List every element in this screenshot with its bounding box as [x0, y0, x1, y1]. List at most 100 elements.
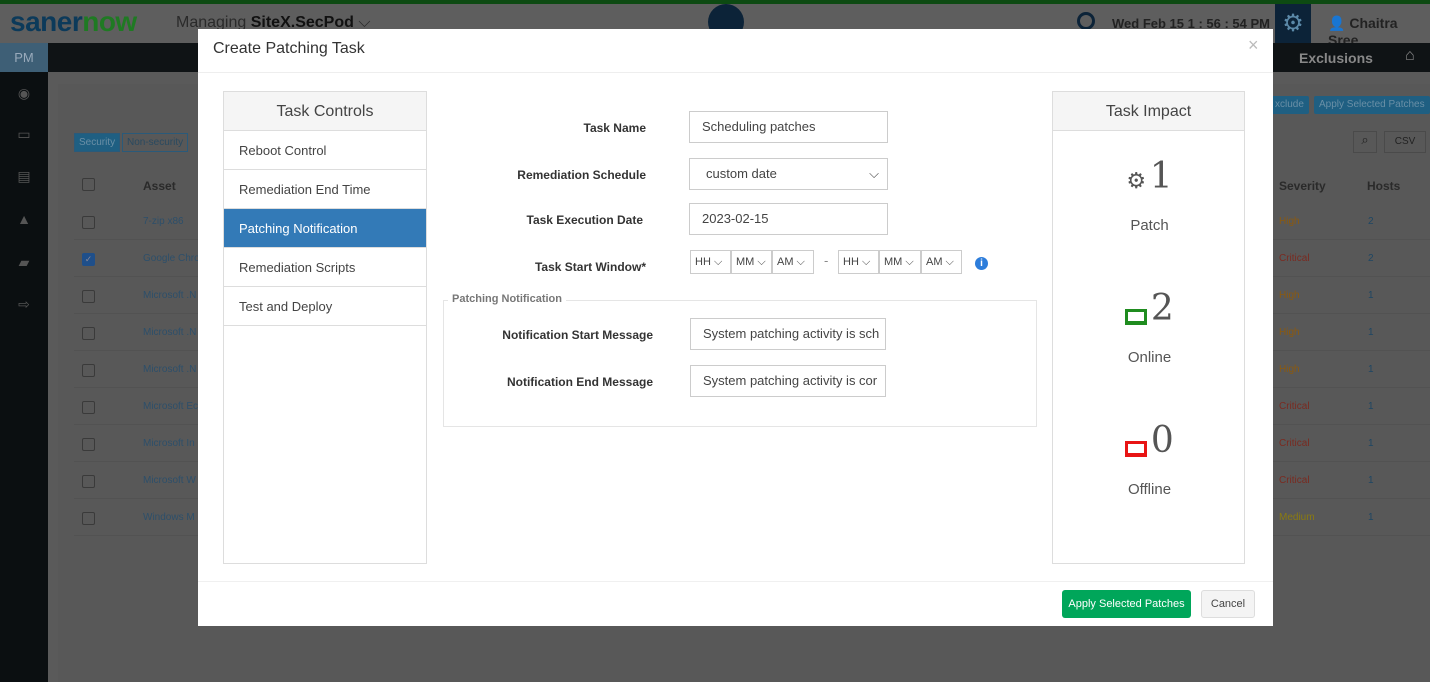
bg-apply-button[interactable]: Apply Selected Patches [1314, 96, 1430, 114]
schedule-label: Remediation Schedule [517, 168, 646, 182]
exclude-button[interactable]: xclude [1270, 96, 1309, 114]
patch-count: ⚙ 1 [1126, 156, 1173, 197]
time-start-select[interactable]: HH ⌵ [690, 250, 731, 274]
row-checkbox[interactable] [82, 475, 95, 488]
col-severity[interactable]: Severity [1279, 179, 1326, 193]
row-checkbox[interactable] [82, 364, 95, 377]
module-pm[interactable]: PM [0, 43, 48, 72]
task-control-item[interactable]: Remediation End Time [224, 170, 426, 209]
hosts-link[interactable]: 1 [1368, 327, 1374, 338]
time-end-select[interactable]: AM ⌵ [921, 250, 962, 274]
task-control-item[interactable]: Test and Deploy [224, 287, 426, 326]
info-icon[interactable]: i [975, 257, 988, 270]
asset-link[interactable]: Microsoft .N [143, 290, 196, 301]
hosts-link[interactable]: 1 [1368, 512, 1374, 523]
start-message-input[interactable]: System patching activity is sch [690, 318, 886, 350]
tab-security[interactable]: Security [74, 133, 121, 152]
asset-link[interactable]: Google Chro [143, 253, 200, 264]
apply-selected-patches-button[interactable]: Apply Selected Patches [1062, 590, 1191, 618]
home-icon[interactable]: ⌂ [1405, 47, 1415, 65]
window-dash: - [824, 253, 829, 268]
hosts-link[interactable]: 1 [1368, 290, 1374, 301]
logo: sanernow [10, 6, 137, 37]
row-checkbox[interactable] [82, 216, 95, 229]
hosts-link[interactable]: 1 [1368, 364, 1374, 375]
warning-icon[interactable]: ▲ [0, 211, 48, 227]
close-icon[interactable]: × [1248, 35, 1259, 56]
severity: Critical [1279, 438, 1310, 449]
asset-link[interactable]: Microsoft .N [143, 327, 196, 338]
offline-label: Offline [1127, 481, 1172, 498]
severity: Medium [1279, 512, 1315, 523]
csv-button[interactable]: CSV [1384, 131, 1426, 153]
settings-gear-icon[interactable]: ⚙ [1275, 4, 1311, 43]
time-end-select[interactable]: MM ⌵ [879, 250, 921, 274]
task-control-item[interactable]: Remediation Scripts [224, 248, 426, 287]
exec-date-input[interactable]: 2023-02-15 [689, 203, 888, 235]
fieldset-legend: Patching Notification [448, 293, 566, 305]
eye-icon[interactable]: ◉ [0, 85, 48, 102]
patch-label: Patch [1130, 217, 1169, 234]
table-search-icon[interactable]: ⌕ [1353, 131, 1377, 153]
severity: High [1279, 290, 1300, 301]
row-checkbox[interactable] [82, 327, 95, 340]
hosts-link[interactable]: 1 [1368, 401, 1374, 412]
search-icon[interactable] [1077, 12, 1095, 30]
end-message-label: Notification End Message [506, 375, 653, 389]
severity: High [1279, 327, 1300, 338]
chevron-down-icon: ⌵ [869, 166, 879, 181]
row-checkbox[interactable]: ✓ [82, 253, 95, 266]
time-start-select[interactable]: AM ⌵ [772, 250, 814, 274]
exec-date-label: Task Execution Date [526, 213, 643, 227]
hosts-link[interactable]: 1 [1368, 438, 1374, 449]
task-name-label: Task Name [583, 121, 646, 135]
task-name-input[interactable]: Scheduling patches [689, 111, 888, 143]
col-asset[interactable]: Asset [143, 179, 176, 193]
gear-icon: ⚙ [1126, 168, 1147, 193]
row-checkbox[interactable] [82, 512, 95, 525]
hosts-link[interactable]: 2 [1368, 216, 1374, 227]
severity: High [1279, 216, 1300, 227]
sidebar [0, 72, 48, 682]
select-all-checkbox[interactable] [82, 178, 95, 191]
task-impact-panel: Task Impact ⚙ 1 Patch 2 Online 0 Offline [1052, 91, 1245, 564]
schedule-select[interactable]: custom date ⌵ [689, 158, 888, 190]
time-start-select[interactable]: MM ⌵ [731, 250, 772, 274]
monitor-online-icon [1125, 308, 1148, 325]
online-count: 2 [1053, 288, 1246, 329]
task-impact-title: Task Impact [1053, 92, 1244, 131]
severity: Critical [1279, 475, 1310, 486]
book-icon[interactable]: ▰ [0, 254, 48, 271]
asset-link[interactable]: Microsoft Ec [143, 401, 198, 412]
row-checkbox[interactable] [82, 290, 95, 303]
asset-link[interactable]: Microsoft In [143, 438, 195, 449]
row-checkbox[interactable] [82, 438, 95, 451]
logout-icon[interactable]: ⇨ [0, 296, 48, 313]
list-icon[interactable]: ▤ [0, 168, 48, 185]
asset-link[interactable]: 7-zip x86 [143, 216, 184, 227]
row-checkbox[interactable] [82, 401, 95, 414]
task-control-item[interactable]: Patching Notification [224, 209, 426, 248]
asset-link[interactable]: Microsoft .N [143, 364, 196, 375]
tab-non-security[interactable]: Non-security [122, 133, 189, 152]
monitor-offline-icon [1125, 440, 1148, 457]
end-message-input[interactable]: System patching activity is cor [690, 365, 886, 397]
task-controls-panel: Task Controls Reboot Control Remediation … [223, 91, 427, 564]
modal-title: Create Patching Task [213, 40, 365, 57]
time-end-select[interactable]: HH ⌵ [838, 250, 879, 274]
start-message-label: Notification Start Message [502, 328, 653, 342]
asset-link[interactable]: Microsoft W [143, 475, 196, 486]
start-window-label: Task Start Window* [534, 260, 646, 274]
nav-exclusions[interactable]: Exclusions [1299, 50, 1373, 66]
monitor-icon[interactable]: ▭ [0, 126, 48, 143]
hosts-link[interactable]: 2 [1368, 253, 1374, 264]
task-control-item[interactable]: Reboot Control [224, 131, 426, 170]
divider [198, 581, 1273, 582]
severity: Critical [1279, 401, 1310, 412]
hosts-link[interactable]: 1 [1368, 475, 1374, 486]
task-controls-title: Task Controls [224, 92, 426, 131]
col-hosts[interactable]: Hosts [1367, 179, 1400, 193]
severity: High [1279, 364, 1300, 375]
cancel-button[interactable]: Cancel [1201, 590, 1255, 618]
asset-link[interactable]: Windows M [143, 512, 195, 523]
